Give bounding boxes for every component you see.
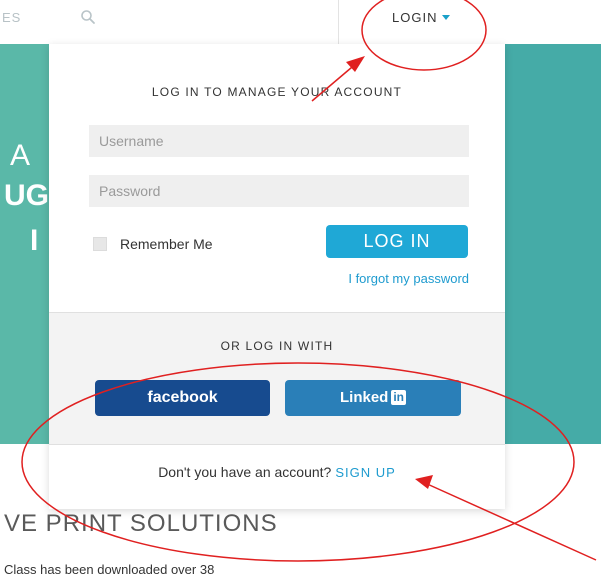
remember-me-label[interactable]: Remember Me (120, 236, 213, 252)
social-login-section: OR LOG IN WITH facebook Linked in (49, 312, 505, 445)
nav-divider (338, 0, 339, 44)
hero-gradient-strip (0, 44, 49, 444)
linkedin-login-button[interactable]: Linked in (285, 380, 461, 416)
username-input[interactable] (89, 125, 469, 157)
nav-item-fragment[interactable]: ES (2, 10, 21, 25)
social-login-heading: OR LOG IN WITH (220, 339, 334, 353)
password-input[interactable] (89, 175, 469, 207)
login-button[interactable]: LOG IN (326, 225, 468, 258)
facebook-label: facebook (147, 389, 218, 406)
signup-prompt-text: Don't you have an account? (158, 464, 332, 480)
hero-text-line3: I (30, 224, 39, 257)
login-panel-heading: LOG IN TO MANAGE YOUR ACCOUNT (151, 85, 403, 99)
caret-down-icon (442, 15, 451, 20)
top-navigation-bar: ES LOGIN (0, 0, 601, 45)
login-dropdown-toggle[interactable]: LOGIN (392, 10, 451, 25)
login-dropdown-panel: LOG IN TO MANAGE YOUR ACCOUNT Remember M… (49, 44, 505, 509)
remember-me-checkbox[interactable] (93, 237, 107, 251)
search-icon[interactable] (80, 9, 96, 25)
linkedin-icon: in (391, 390, 406, 405)
hero-text-line2: UG (4, 179, 49, 212)
hero-text-line1: A (10, 139, 31, 172)
download-count-text: Class has been downloaded over 38 (4, 562, 215, 577)
forgot-password-link[interactable]: I forgot my password (319, 271, 469, 286)
facebook-login-button[interactable]: facebook (95, 380, 270, 416)
login-toggle-label: LOGIN (392, 10, 438, 25)
section-title: VE PRINT SOLUTIONS (4, 510, 278, 537)
linkedin-label: Linked (339, 389, 389, 406)
signup-link[interactable]: SIGN UP (335, 465, 395, 480)
signup-prompt: Don't you have an account? SIGN UP (49, 464, 505, 480)
